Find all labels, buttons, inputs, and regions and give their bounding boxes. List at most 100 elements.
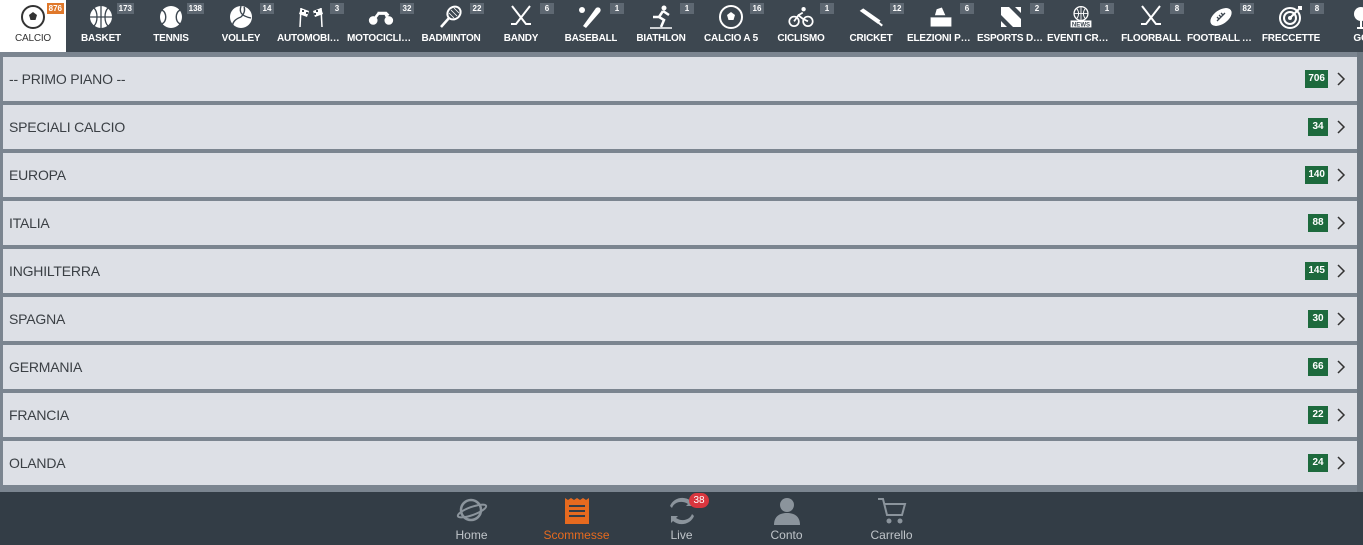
sport-tab-eventi-cron[interactable]: NEWS EVENTI CRON... 1 <box>1046 0 1116 52</box>
league-list: -- PRIMO PIANO -- 706 SPECIALI CALCIO 34 EUR… <box>0 52 1363 492</box>
nav-live[interactable]: Live 38 <box>629 492 734 545</box>
sport-tab-label: GO <box>1353 33 1363 44</box>
event-count-badge: 22 <box>1308 406 1328 424</box>
sport-tab-basket[interactable]: BASKET 173 <box>66 0 136 52</box>
news-globe-icon: NEWS <box>1068 4 1094 30</box>
league-name: SPECIALI CALCIO <box>9 119 126 135</box>
nav-label: Live <box>670 528 693 542</box>
league-row[interactable]: ITALIA 88 <box>3 201 1357 245</box>
dartboard-icon <box>1278 4 1304 30</box>
sport-tab-tennis[interactable]: TENNIS 138 <box>136 0 206 52</box>
chevron-right-icon <box>1337 72 1351 86</box>
league-name: SPAGNA <box>9 311 66 327</box>
sport-count-badge: 14 <box>260 3 274 14</box>
american-football-icon <box>1208 4 1234 30</box>
league-row[interactable]: EUROPA 140 <box>3 153 1357 197</box>
shopping-cart-icon <box>875 495 909 527</box>
sport-tab-football-am[interactable]: FOOTBALL AM... 82 <box>1186 0 1256 52</box>
sport-tab-calcio[interactable]: CALCIO 876 <box>0 0 66 52</box>
event-count-badge: 66 <box>1308 358 1328 376</box>
league-row[interactable]: INGHILTERRA 145 <box>3 249 1357 293</box>
sport-tab-label: TENNIS <box>153 33 189 44</box>
event-count-badge: 145 <box>1305 262 1328 280</box>
nav-label: Carrello <box>870 528 913 542</box>
sport-count-badge: 876 <box>46 3 64 14</box>
sport-tab-baseball[interactable]: BASEBALL 1 <box>556 0 626 52</box>
home-planet-icon <box>455 495 489 527</box>
sport-tab-automobilis[interactable]: AUTOMOBILIS... 3 <box>276 0 346 52</box>
sport-tab-label: MOTOCICLISM... <box>347 33 415 44</box>
sport-tab-freccette[interactable]: FRECCETTE 8 <box>1256 0 1326 52</box>
sport-tab-bandy[interactable]: BANDY 6 <box>486 0 556 52</box>
league-row[interactable]: FRANCIA 22 <box>3 393 1357 437</box>
sport-tab-esports-dot[interactable]: ESPORTS DOT... 2 <box>976 0 1046 52</box>
sport-count-badge: 3 <box>330 3 344 14</box>
sport-count-badge: 16 <box>750 3 764 14</box>
sport-tab-floorball[interactable]: FLOORBALL 8 <box>1116 0 1186 52</box>
league-name: EUROPA <box>9 167 66 183</box>
nav-label: Home <box>455 528 488 542</box>
chevron-right-icon <box>1337 168 1351 182</box>
sport-count-badge: 1 <box>680 3 694 14</box>
sport-count-badge: 22 <box>470 3 484 14</box>
event-count-badge: 140 <box>1305 166 1328 184</box>
chevron-right-icon <box>1337 456 1351 470</box>
baseball-bat-icon <box>578 4 604 30</box>
chevron-right-icon <box>1337 312 1351 326</box>
sport-tab-badminton[interactable]: BADMINTON 22 <box>416 0 486 52</box>
event-count-badge: 30 <box>1308 310 1328 328</box>
sport-count-badge: 173 <box>116 3 134 14</box>
nav-conto[interactable]: Conto <box>734 492 839 545</box>
sport-count-badge: 12 <box>890 3 904 14</box>
chevron-right-icon <box>1337 216 1351 230</box>
nav-home[interactable]: Home <box>419 492 524 545</box>
sport-count-badge: 1 <box>1100 3 1114 14</box>
user-account-icon <box>770 495 804 527</box>
sport-count-badge: 1 <box>610 3 624 14</box>
sport-tab-volley[interactable]: VOLLEY 14 <box>206 0 276 52</box>
tennis-ball-icon <box>158 4 184 30</box>
sport-tab-motociclism[interactable]: MOTOCICLISM... 32 <box>346 0 416 52</box>
sport-tab-label: CALCIO A 5 <box>704 33 758 44</box>
league-name: INGHILTERRA <box>9 263 100 279</box>
league-row[interactable]: OLANDA 24 <box>3 441 1357 485</box>
dota-icon <box>998 4 1024 30</box>
sport-tab-biathlon[interactable]: BIATHLON 1 <box>626 0 696 52</box>
league-name: FRANCIA <box>9 407 70 423</box>
league-row[interactable]: SPECIALI CALCIO 34 <box>3 105 1357 149</box>
crossed-sticks-icon <box>508 4 534 30</box>
sport-tab-ciclismo[interactable]: CICLISMO 1 <box>766 0 836 52</box>
ballot-box-icon <box>928 4 954 30</box>
sport-tab-go[interactable]: GO <box>1326 0 1363 52</box>
bottom-navigation: Home Scommesse Live 38 Conto Carrello <box>0 492 1363 545</box>
nav-label: Conto <box>770 528 803 542</box>
event-count-badge: 706 <box>1305 70 1328 88</box>
sport-tab-label: FOOTBALL AM... <box>1187 33 1255 44</box>
event-count-badge: 24 <box>1308 454 1328 472</box>
cricket-bat-icon <box>858 4 884 30</box>
sport-tab-cricket[interactable]: CRICKET 12 <box>836 0 906 52</box>
sport-count-badge: 2 <box>1030 3 1044 14</box>
sport-count-badge: 32 <box>400 3 414 14</box>
sport-tab-label: BANDY <box>503 33 539 44</box>
live-count-badge: 38 <box>689 493 709 508</box>
league-name: ITALIA <box>9 215 50 231</box>
league-row[interactable]: GERMANIA 66 <box>3 345 1357 389</box>
sport-tab-label: FLOORBALL <box>1121 33 1181 44</box>
sport-tab-label: FRECCETTE <box>1261 33 1321 44</box>
cyclist-icon <box>788 4 814 30</box>
sport-count-badge: 82 <box>1240 3 1254 14</box>
sport-tab-elezioni-poli[interactable]: ELEZIONI POLI... 6 <box>906 0 976 52</box>
sport-tab-calcio-a-5[interactable]: CALCIO A 5 16 <box>696 0 766 52</box>
nav-carrello[interactable]: Carrello <box>839 492 944 545</box>
sport-tab-label: ELEZIONI POLI... <box>907 33 975 44</box>
volleyball-icon <box>228 4 254 30</box>
sport-tab-label: CRICKET <box>849 33 893 44</box>
event-count-badge: 88 <box>1308 214 1328 232</box>
sport-count-badge: 6 <box>540 3 554 14</box>
league-row[interactable]: SPAGNA 30 <box>3 297 1357 341</box>
league-row[interactable]: -- PRIMO PIANO -- 706 <box>3 57 1357 101</box>
scrollbar[interactable] <box>1357 52 1363 492</box>
nav-scommesse[interactable]: Scommesse <box>524 492 629 545</box>
sport-tab-label: CICLISMO <box>777 33 825 44</box>
